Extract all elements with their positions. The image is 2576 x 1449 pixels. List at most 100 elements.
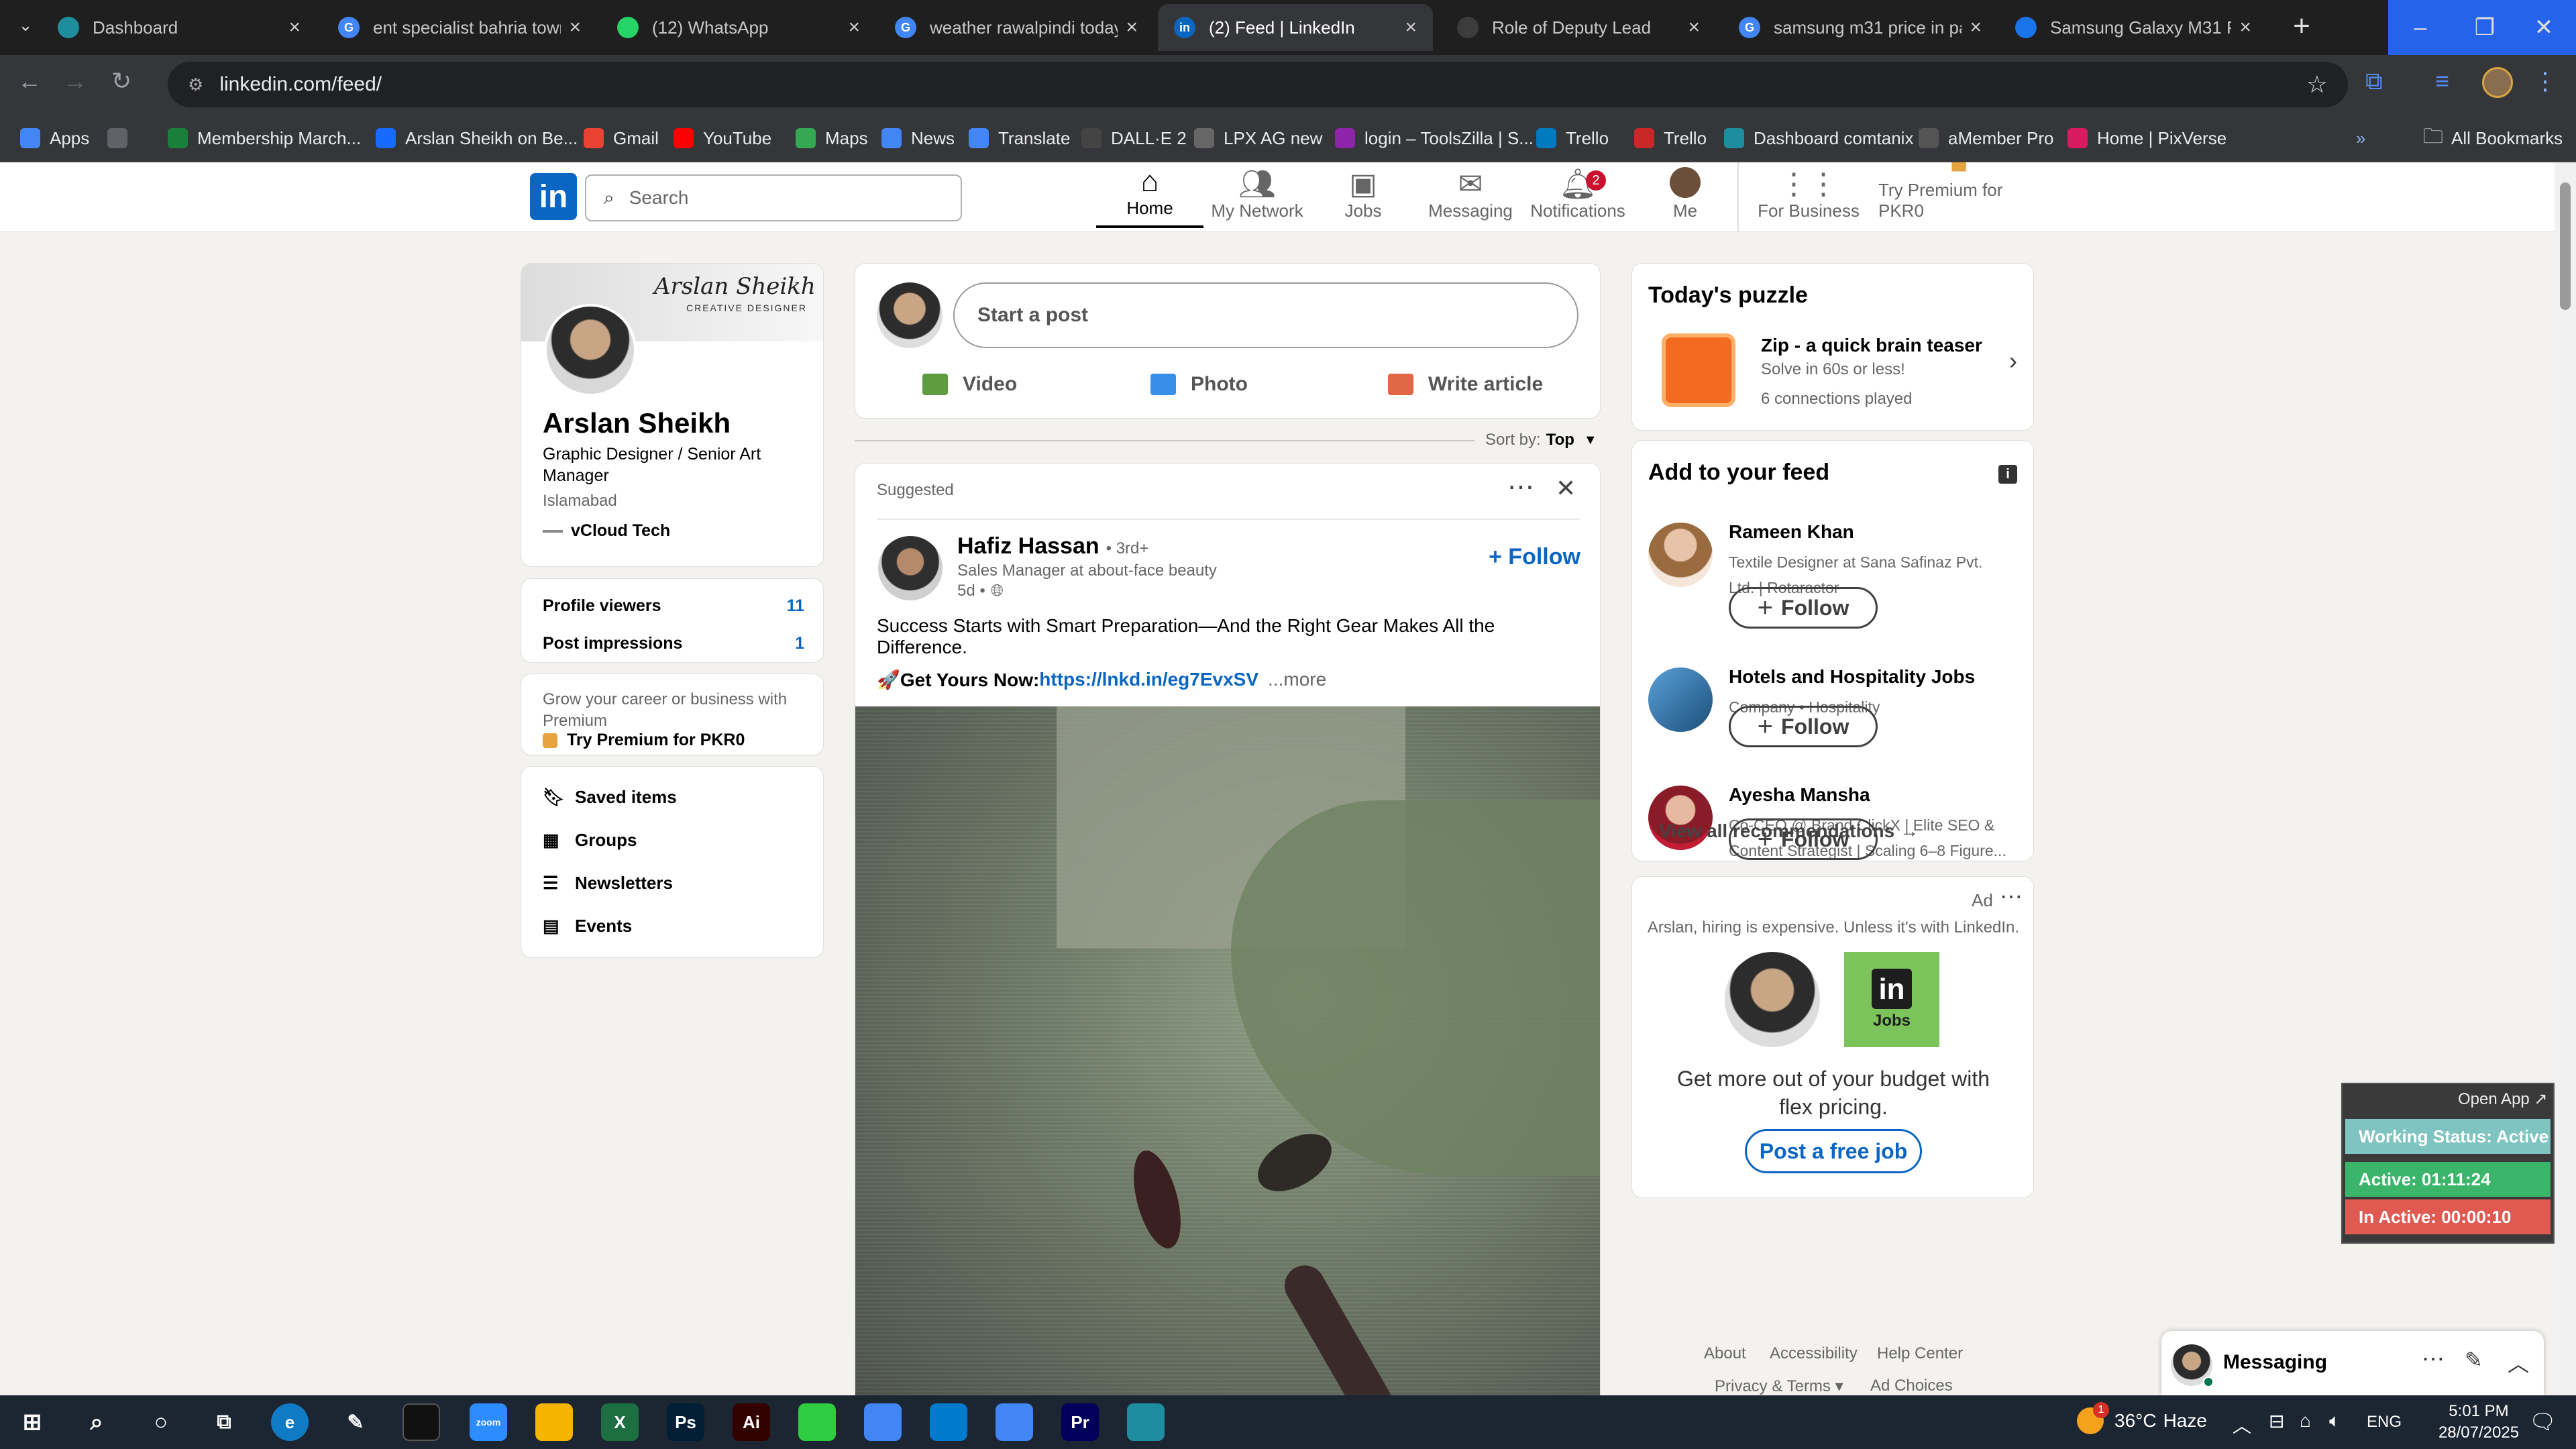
photo-button[interactable]: Photo: [1150, 363, 1248, 406]
sidebar-calendar[interactable]: ▤ Events: [543, 916, 632, 936]
taskbar-app-icon[interactable]: Pr: [1061, 1403, 1099, 1441]
edge-icon[interactable]: e: [271, 1403, 309, 1441]
bookmark-item[interactable]: [107, 123, 137, 153]
browser-tab[interactable]: Gent specialist bahria town ×: [322, 4, 597, 51]
profile-photo[interactable]: [544, 304, 637, 396]
messaging-more-icon[interactable]: ⋯: [2422, 1346, 2445, 1373]
bookmark-item[interactable]: Home | PixVerse: [2068, 123, 2226, 153]
page-scrollbar[interactable]: [2555, 162, 2576, 1395]
notifications-tray-icon[interactable]: 🗨︎: [2529, 1409, 2557, 1434]
bookmark-item[interactable]: aMember Pro: [1919, 123, 2054, 153]
view-all-recommendations[interactable]: View all recommendations →: [1659, 820, 1919, 842]
footer-link[interactable]: Privacy & Terms ▾: [1715, 1377, 1843, 1395]
follow-button[interactable]: + Follow: [1729, 706, 1878, 747]
bookmark-item[interactable]: News: [881, 123, 955, 153]
post-author-name[interactable]: Hafiz Hassan • 3rd+: [957, 533, 1148, 559]
footer-link[interactable]: Help Center: [1877, 1344, 1963, 1363]
new-tab-button[interactable]: +: [2285, 9, 2318, 43]
bookmark-item[interactable]: Membership March...: [168, 123, 361, 153]
footer-link[interactable]: Ad Choices: [1870, 1377, 1953, 1395]
article-button[interactable]: Write article: [1388, 363, 1543, 406]
network-tray-icon[interactable]: ⊟: [2269, 1410, 2284, 1432]
browser-tab[interactable]: in (2) Feed | LinkedIn ×: [1158, 4, 1433, 51]
post-see-more[interactable]: ...more: [1268, 669, 1326, 691]
bookmark-item[interactable]: Translate: [969, 123, 1070, 153]
browser-tab[interactable]: Gsamsung m31 price in pa ×: [1723, 4, 1998, 51]
close-window-button[interactable]: ✕: [2512, 0, 2576, 55]
more-bookmarks-icon[interactable]: »: [2356, 123, 2365, 153]
post-cta-link[interactable]: https://lnkd.in/eg7EvxSV: [1039, 669, 1258, 691]
profile-company[interactable]: vCloud Tech: [543, 521, 670, 541]
bookmark-item[interactable]: Apps: [20, 123, 89, 153]
all-bookmarks-folder[interactable]: 🗀 All Bookmarks: [2423, 123, 2563, 153]
taskbar-app-icon[interactable]: [930, 1403, 967, 1441]
close-tab-icon[interactable]: ×: [569, 16, 581, 39]
ad-more-icon[interactable]: ⋯: [2000, 883, 2023, 910]
nav-messaging[interactable]: ✉ Messaging: [1417, 166, 1524, 228]
puzzle-title[interactable]: Zip - a quick brain teaser: [1761, 335, 1982, 356]
info-icon[interactable]: i: [1998, 465, 2017, 484]
volume-icon[interactable]: 🔈︎: [2329, 1410, 2341, 1432]
bookmark-item[interactable]: Maps: [796, 123, 868, 153]
forward-icon[interactable]: →: [63, 67, 87, 95]
sort-control[interactable]: Sort by: Top ▼: [1485, 431, 1597, 449]
weather-widget[interactable]: 1 36°C Haze: [2077, 1402, 2207, 1434]
post-author-avatar[interactable]: [878, 536, 943, 600]
minimize-button[interactable]: –: [2388, 0, 2453, 55]
bookmark-item[interactable]: Gmail: [584, 123, 659, 153]
taskbar-app-icon[interactable]: [996, 1403, 1033, 1441]
tab-search-button[interactable]: ⌄: [12, 15, 39, 42]
post-dismiss-icon[interactable]: ✕: [1556, 474, 1576, 502]
media-icon[interactable]: ≡: [2435, 67, 2449, 95]
footer-link[interactable]: About: [1704, 1344, 1746, 1363]
nav-home[interactable]: ⌂ Home: [1096, 166, 1203, 228]
recommendation-avatar[interactable]: [1648, 667, 1713, 732]
close-tab-icon[interactable]: ×: [2239, 16, 2251, 39]
messaging-dock[interactable]: Messaging ⋯ ✎ ︿: [2161, 1331, 2544, 1395]
reload-icon[interactable]: ↻: [111, 67, 131, 95]
premium-link[interactable]: Try Premium for PKR0: [543, 731, 745, 750]
bookmark-item[interactable]: Dashboard comtanix: [1724, 123, 1913, 153]
recommendation-name[interactable]: Rameen Khan: [1729, 521, 1854, 543]
back-icon[interactable]: ←: [17, 67, 42, 95]
nav-grid[interactable]: ⋮⋮ For Business: [1755, 166, 1862, 228]
taskbar-app-icon[interactable]: [1127, 1403, 1165, 1441]
pen-icon[interactable]: ✎: [337, 1403, 374, 1441]
composer-avatar[interactable]: [877, 282, 943, 348]
browser-tab[interactable]: Role of Deputy Lead ×: [1441, 4, 1716, 51]
compose-icon[interactable]: ✎: [2465, 1347, 2483, 1373]
post-video[interactable]: [855, 706, 1600, 1395]
profile-stat-row[interactable]: Profile viewers 11: [543, 596, 804, 616]
taskbar-app-icon[interactable]: [864, 1403, 902, 1441]
taskbar-app-icon[interactable]: Ai: [733, 1403, 770, 1441]
taskbar-app-icon[interactable]: Ps: [667, 1403, 704, 1441]
browser-tab[interactable]: Gweather rawalpindi today ×: [879, 4, 1154, 51]
show-hidden-icons[interactable]: ︿: [2233, 1411, 2251, 1438]
nav-network[interactable]: 👥︎ My Network: [1203, 166, 1311, 228]
tracker-open-app[interactable]: Open App ↗: [2458, 1089, 2548, 1109]
restore-button[interactable]: ❐: [2453, 0, 2517, 55]
browser-tab[interactable]: Dashboard ×: [42, 4, 317, 51]
clock[interactable]: 5:01 PM 28/07/2025: [2428, 1401, 2529, 1444]
terminal-icon[interactable]: [402, 1403, 440, 1441]
language-indicator[interactable]: ENG: [2367, 1413, 2402, 1432]
search-taskbar-icon[interactable]: ⌕: [78, 1403, 115, 1441]
bookmark-item[interactable]: DALL·E 2: [1081, 123, 1187, 153]
profile-avatar[interactable]: [2482, 67, 2513, 98]
nav-avatar[interactable]: Me: [1631, 166, 1739, 228]
start-button[interactable]: ⊞: [13, 1403, 51, 1441]
bookmark-item[interactable]: Trello: [1634, 123, 1707, 153]
site-info-icon[interactable]: ⚙: [188, 74, 203, 95]
close-tab-icon[interactable]: ×: [1970, 16, 1982, 39]
nav-briefcase[interactable]: ▣ Jobs: [1309, 166, 1417, 228]
sidebar-newsletter[interactable]: ☰ Newsletters: [543, 873, 673, 894]
bookmark-item[interactable]: LPX AG new: [1194, 123, 1322, 153]
close-tab-icon[interactable]: ×: [1405, 16, 1417, 39]
taskbar-app-icon[interactable]: [798, 1403, 836, 1441]
bookmark-item[interactable]: YouTube: [674, 123, 771, 153]
sidebar-groups[interactable]: ▦ Groups: [543, 830, 637, 851]
scrollbar-thumb[interactable]: [2560, 182, 2571, 310]
start-post-input[interactable]: Start a post: [953, 282, 1578, 348]
bookmark-star-icon[interactable]: ☆: [2306, 70, 2328, 99]
video-button[interactable]: Video: [922, 363, 1017, 406]
